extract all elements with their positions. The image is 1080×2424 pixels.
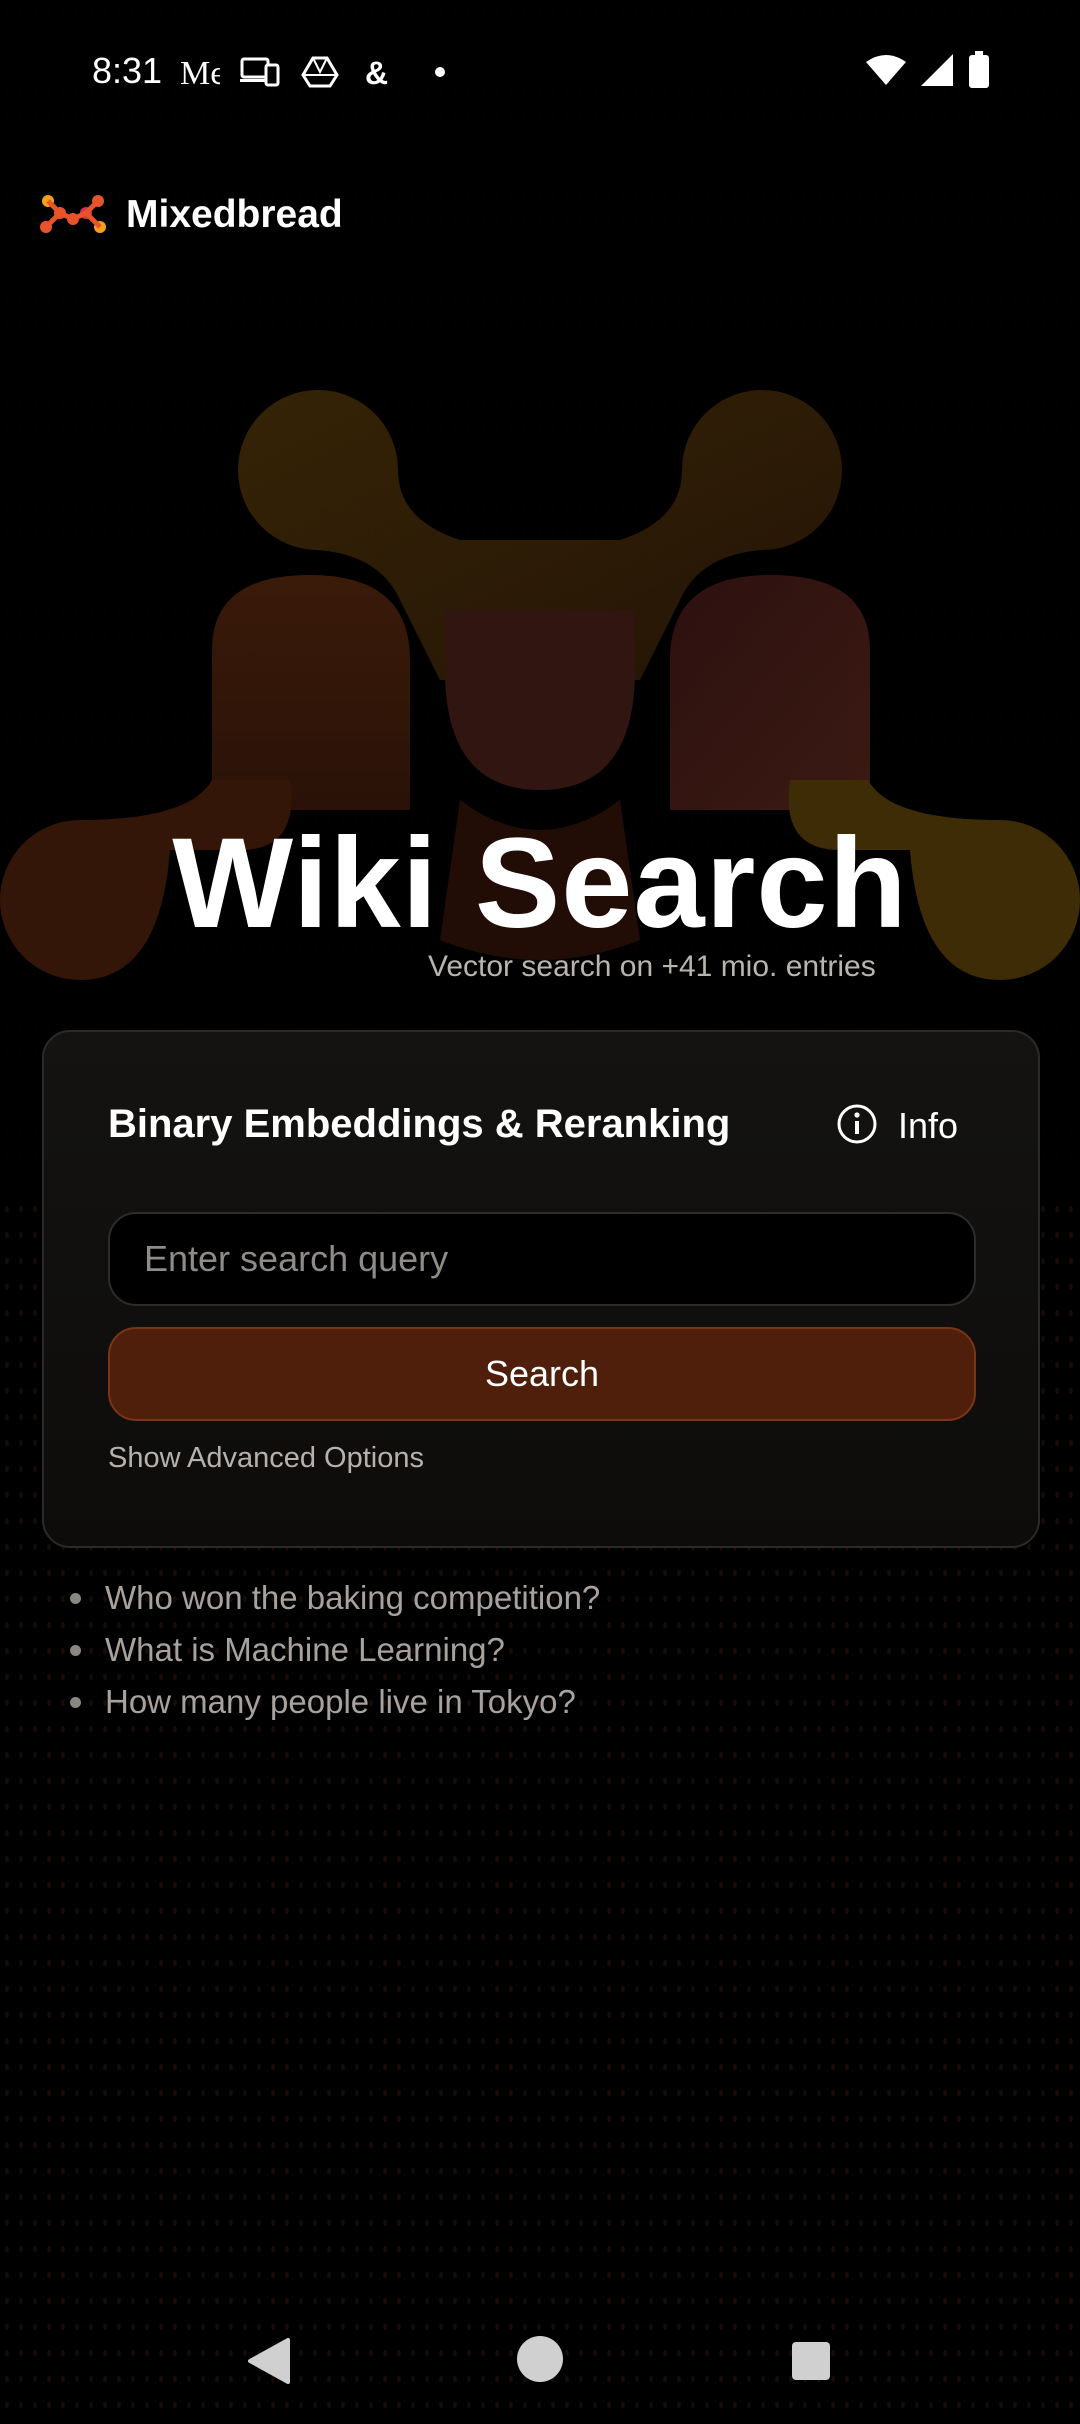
- search-button[interactable]: Search: [108, 1327, 976, 1421]
- navigation-bar: [0, 2300, 1080, 2424]
- info-icon: [836, 1103, 878, 1150]
- home-icon[interactable]: [514, 2333, 566, 2390]
- battery-icon: [968, 50, 990, 94]
- threads-icon: &: [360, 52, 400, 92]
- page-title: Wiki Search: [172, 812, 908, 955]
- app-header: Mixedbread: [40, 185, 343, 245]
- devices-icon: [240, 52, 280, 92]
- mixedbread-logo-icon[interactable]: [40, 193, 106, 238]
- status-bar: 8:31 Mє &: [0, 0, 1080, 140]
- system-icons: [866, 50, 990, 94]
- search-input[interactable]: [108, 1212, 976, 1306]
- info-label: Info: [897, 1105, 958, 1146]
- example-query[interactable]: What is Machine Learning?: [70, 1624, 600, 1676]
- dot-icon: [420, 52, 460, 92]
- info-button[interactable]: Info: [836, 1098, 958, 1154]
- example-query-text: What is Machine Learning?: [105, 1631, 505, 1668]
- example-query[interactable]: How many people live in Tokyo?: [70, 1676, 600, 1728]
- wifi-icon: [866, 54, 906, 91]
- page-subtitle: Vector search on +41 mio. entries: [428, 950, 876, 983]
- recents-icon[interactable]: [790, 2340, 832, 2387]
- screen: 8:31 Mє & Mixedbread Wiki Search Vector …: [0, 0, 1080, 2424]
- brand-name[interactable]: Mixedbread: [126, 193, 343, 237]
- example-query[interactable]: Who won the baking competition?: [70, 1572, 600, 1624]
- drive-icon: [300, 52, 340, 92]
- status-time: 8:31: [92, 50, 163, 91]
- example-queries-list: Who won the baking competition? What is …: [70, 1572, 600, 1728]
- back-icon[interactable]: [246, 2336, 292, 2391]
- example-query-text: Who won the baking competition?: [105, 1579, 601, 1616]
- signal-icon: [920, 53, 954, 92]
- bullet-icon: [70, 1592, 81, 1604]
- svg-text:&: &: [365, 55, 388, 90]
- messages-icon: Mє: [180, 52, 220, 92]
- search-card: Binary Embeddings & Reranking Info Searc…: [42, 1030, 1040, 1548]
- bullet-icon: [70, 1644, 81, 1656]
- svg-text:Mє: Mє: [180, 55, 220, 90]
- card-title: Binary Embeddings & Reranking: [108, 1102, 731, 1146]
- notification-icons: Mє &: [180, 50, 460, 94]
- example-query-text: How many people live in Tokyo?: [105, 1683, 576, 1720]
- bullet-icon: [70, 1696, 81, 1708]
- show-advanced-options-link[interactable]: Show Advanced Options: [108, 1442, 424, 1475]
